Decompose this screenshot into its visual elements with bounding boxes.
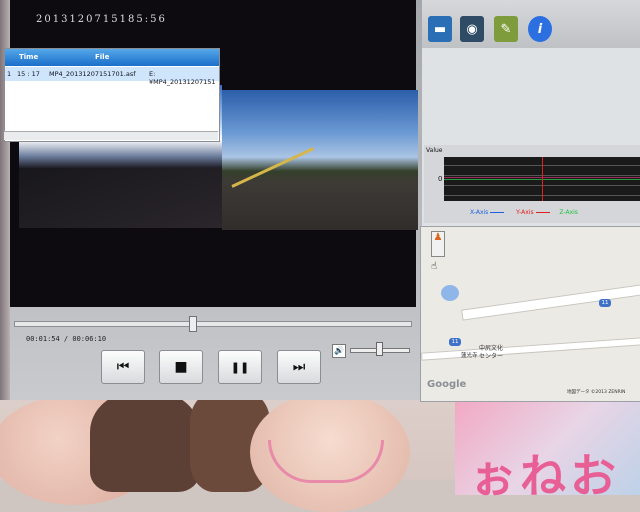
toolbar: ▬ ◉ ✎ i bbox=[422, 0, 640, 48]
stop-icon: ■ bbox=[174, 359, 188, 375]
poster-text: ぉねお bbox=[470, 449, 620, 503]
route-shield-2: 11 bbox=[449, 338, 461, 346]
pond-marker bbox=[441, 285, 459, 301]
legend-x-swatch bbox=[490, 212, 505, 213]
table-row[interactable]: 1 15 : 17 MP4_20131207151701.asf E:¥MP4_… bbox=[5, 67, 219, 86]
seek-bar[interactable] bbox=[14, 321, 412, 327]
snapshot-button[interactable]: ◉ bbox=[460, 16, 484, 42]
pause-button[interactable]: ❚❚ bbox=[218, 350, 262, 384]
col-time[interactable]: Time bbox=[19, 53, 38, 61]
gsensor-panel: Value 0 X-Axis Y-Axis Z-Axis bbox=[424, 145, 640, 223]
gsensor-graph bbox=[444, 157, 640, 201]
volume-icon[interactable]: 🔊 bbox=[332, 344, 346, 358]
map-view[interactable]: ♟ ☝ 11 11 中尻文化 センター 蓮光寺 Google 地図データ ©20… bbox=[420, 226, 640, 402]
row-index: 1 bbox=[7, 70, 12, 78]
rear-camera-view bbox=[222, 90, 418, 230]
volume-handle[interactable] bbox=[376, 342, 384, 356]
hand-icon[interactable]: ☝ bbox=[431, 261, 443, 275]
camera-icon: ◉ bbox=[466, 21, 478, 37]
next-icon: ⏭ bbox=[292, 359, 306, 375]
file-list-header: Time File bbox=[5, 49, 219, 66]
graph-title: Value bbox=[426, 147, 443, 154]
legend-z: Z-Axis bbox=[559, 209, 578, 216]
route-shield-1: 11 bbox=[599, 299, 611, 307]
file-list-scrollbar[interactable] bbox=[4, 131, 218, 140]
col-file[interactable]: File bbox=[95, 53, 109, 61]
time-display: 00:01:54 / 00:06:10 bbox=[26, 335, 107, 343]
map-label-3: 蓮光寺 bbox=[461, 353, 478, 359]
legend-y: Y-Axis bbox=[516, 209, 534, 216]
previous-icon: ⏮ bbox=[116, 359, 130, 375]
pause-icon: ❚❚ bbox=[230, 360, 250, 374]
file-list: Time File 1 15 : 17 MP4_20131207151701.a… bbox=[4, 48, 220, 142]
google-logo: Google bbox=[427, 379, 467, 390]
next-button[interactable]: ⏭ bbox=[277, 350, 321, 384]
graph-zero-label: 0 bbox=[438, 175, 443, 183]
map-icon: ✎ bbox=[500, 21, 512, 37]
legend-y-swatch bbox=[535, 212, 550, 213]
map-road-main bbox=[461, 284, 640, 321]
video-timestamp: 2013120715185:56 bbox=[36, 14, 167, 25]
player-window: 2013120715185:56 00:01:54 / 00:06:10 🔊 ⏮… bbox=[0, 0, 640, 402]
legend: X-Axis Y-Axis Z-Axis bbox=[470, 209, 578, 216]
pegman-icon[interactable]: ♟ bbox=[431, 231, 445, 257]
previous-button[interactable]: ⏮ bbox=[101, 350, 145, 384]
row-file: MP4_20131207151701.asf bbox=[49, 70, 136, 78]
folder-icon: ▬ bbox=[433, 21, 447, 37]
seek-handle[interactable] bbox=[189, 316, 198, 332]
map-copyright: 地図データ ©2013 ZENRIN bbox=[567, 390, 626, 395]
playhead-marker bbox=[542, 157, 543, 201]
open-folder-button[interactable]: ▬ bbox=[428, 16, 452, 42]
row-path: E:¥MP4_20131207151 bbox=[149, 70, 216, 86]
legend-x: X-Axis bbox=[470, 209, 489, 216]
map-label-2: センター bbox=[479, 353, 504, 360]
map-button[interactable]: ✎ bbox=[494, 16, 518, 42]
stop-button[interactable]: ■ bbox=[159, 350, 203, 384]
info-icon: i bbox=[537, 21, 543, 37]
row-time: 15 : 17 bbox=[17, 70, 40, 78]
info-button[interactable]: i bbox=[528, 16, 552, 42]
poster-hair-left bbox=[90, 392, 200, 492]
